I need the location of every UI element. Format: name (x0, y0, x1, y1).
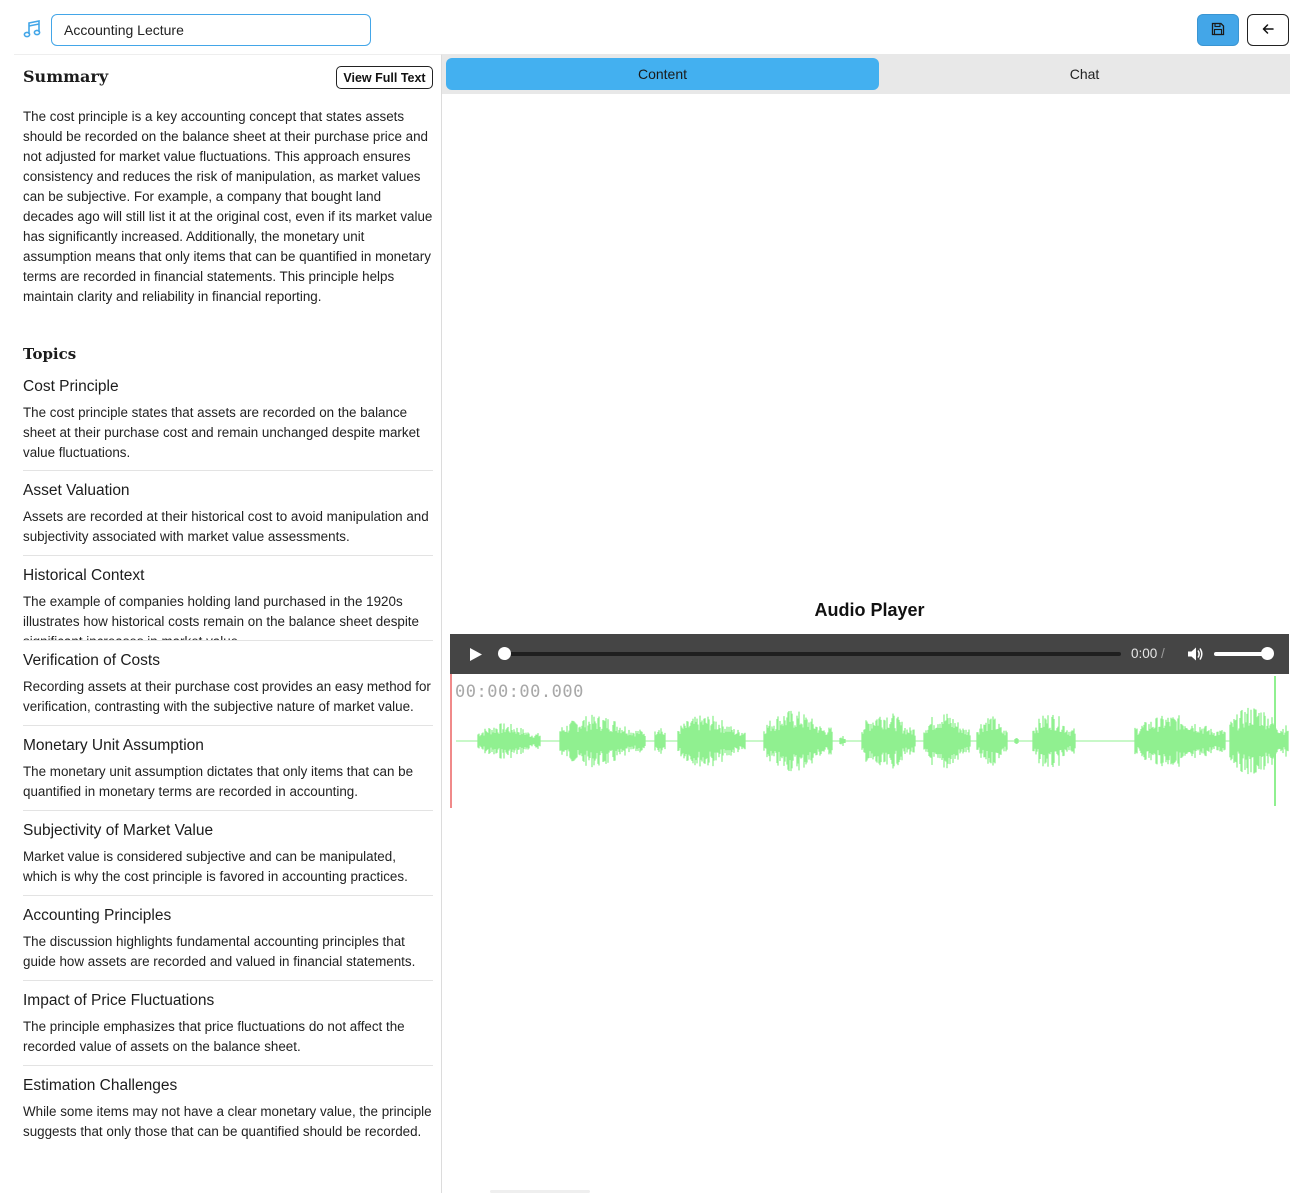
topic-title: Estimation Challenges (23, 1077, 178, 1094)
waveform-time: 00:00:00.000 (455, 682, 584, 702)
audio-controls: 0:00 / (450, 634, 1289, 674)
summary-heading: Summary (23, 67, 109, 86)
topic-description: Market value is considered subjective an… (23, 849, 408, 884)
current-time: 0:00 (1131, 646, 1158, 661)
save-button[interactable] (1197, 14, 1239, 46)
seek-handle[interactable] (498, 647, 511, 660)
topic-item: Asset Valuation Assets are recorded at t… (23, 471, 433, 556)
topic-description: While some items may not have a clear mo… (23, 1104, 432, 1139)
topic-item: Cost Principle The cost principle states… (23, 377, 433, 471)
title-input[interactable] (51, 14, 371, 46)
topics-heading: Topics (23, 345, 77, 363)
topic-description: The example of companies holding land pu… (23, 594, 419, 640)
topic-item: Accounting Principles The discussion hig… (23, 896, 433, 981)
volume-icon[interactable] (1186, 645, 1204, 663)
play-icon[interactable] (468, 647, 483, 662)
back-button[interactable] (1247, 14, 1289, 46)
topic-title: Monetary Unit Assumption (23, 737, 204, 754)
playback-cursor (450, 674, 452, 808)
topic-description: The principle emphasizes that price fluc… (23, 1019, 405, 1054)
header (0, 0, 1290, 54)
summary-panel: Summary View Full Text The cost principl… (14, 54, 442, 1193)
topic-title: Cost Principle (23, 378, 119, 395)
time-display: 0:00 / (1131, 646, 1165, 661)
topic-title: Impact of Price Fluctuations (23, 992, 215, 1009)
tab-chat[interactable]: Chat (879, 58, 1290, 90)
topic-item: Monetary Unit Assumption The monetary un… (23, 726, 433, 811)
topic-title: Subjectivity of Market Value (23, 822, 214, 839)
topic-description: The cost principle states that assets ar… (23, 405, 420, 460)
view-full-text-button[interactable]: View Full Text (336, 66, 433, 89)
waveform[interactable]: 00:00:00.000 (450, 674, 1289, 808)
topic-item: Verification of Costs Recording assets a… (23, 641, 433, 726)
summary-text: The cost principle is a key accounting c… (23, 109, 433, 304)
topics-list: Cost Principle The cost principle states… (23, 377, 433, 1151)
volume-handle[interactable] (1261, 647, 1274, 660)
audio-player-title: Audio Player (814, 600, 925, 620)
topic-item: Impact of Price Fluctuations The princip… (23, 981, 433, 1066)
topic-title: Accounting Principles (23, 907, 172, 924)
topic-title: Historical Context (23, 567, 145, 584)
seek-bar[interactable] (504, 652, 1121, 656)
topic-title: Asset Valuation (23, 482, 130, 499)
tab-bar: Content Chat (442, 54, 1290, 94)
time-separator: / (1161, 646, 1165, 661)
topic-description: Assets are recorded at their historical … (23, 509, 429, 544)
topic-description: Recording assets at their purchase cost … (23, 679, 431, 714)
topic-item: Estimation Challenges While some items m… (23, 1066, 433, 1151)
tab-content[interactable]: Content (446, 58, 879, 90)
topic-description: The discussion highlights fundamental ac… (23, 934, 416, 969)
topic-description: The monetary unit assumption dictates th… (23, 764, 414, 799)
save-icon (1211, 21, 1225, 40)
topic-title: Verification of Costs (23, 652, 160, 669)
music-note-icon (22, 19, 42, 39)
topic-item: Historical Context The example of compan… (23, 556, 433, 641)
topic-item: Subjectivity of Market Value Market valu… (23, 811, 433, 896)
arrow-left-icon (1261, 21, 1275, 40)
